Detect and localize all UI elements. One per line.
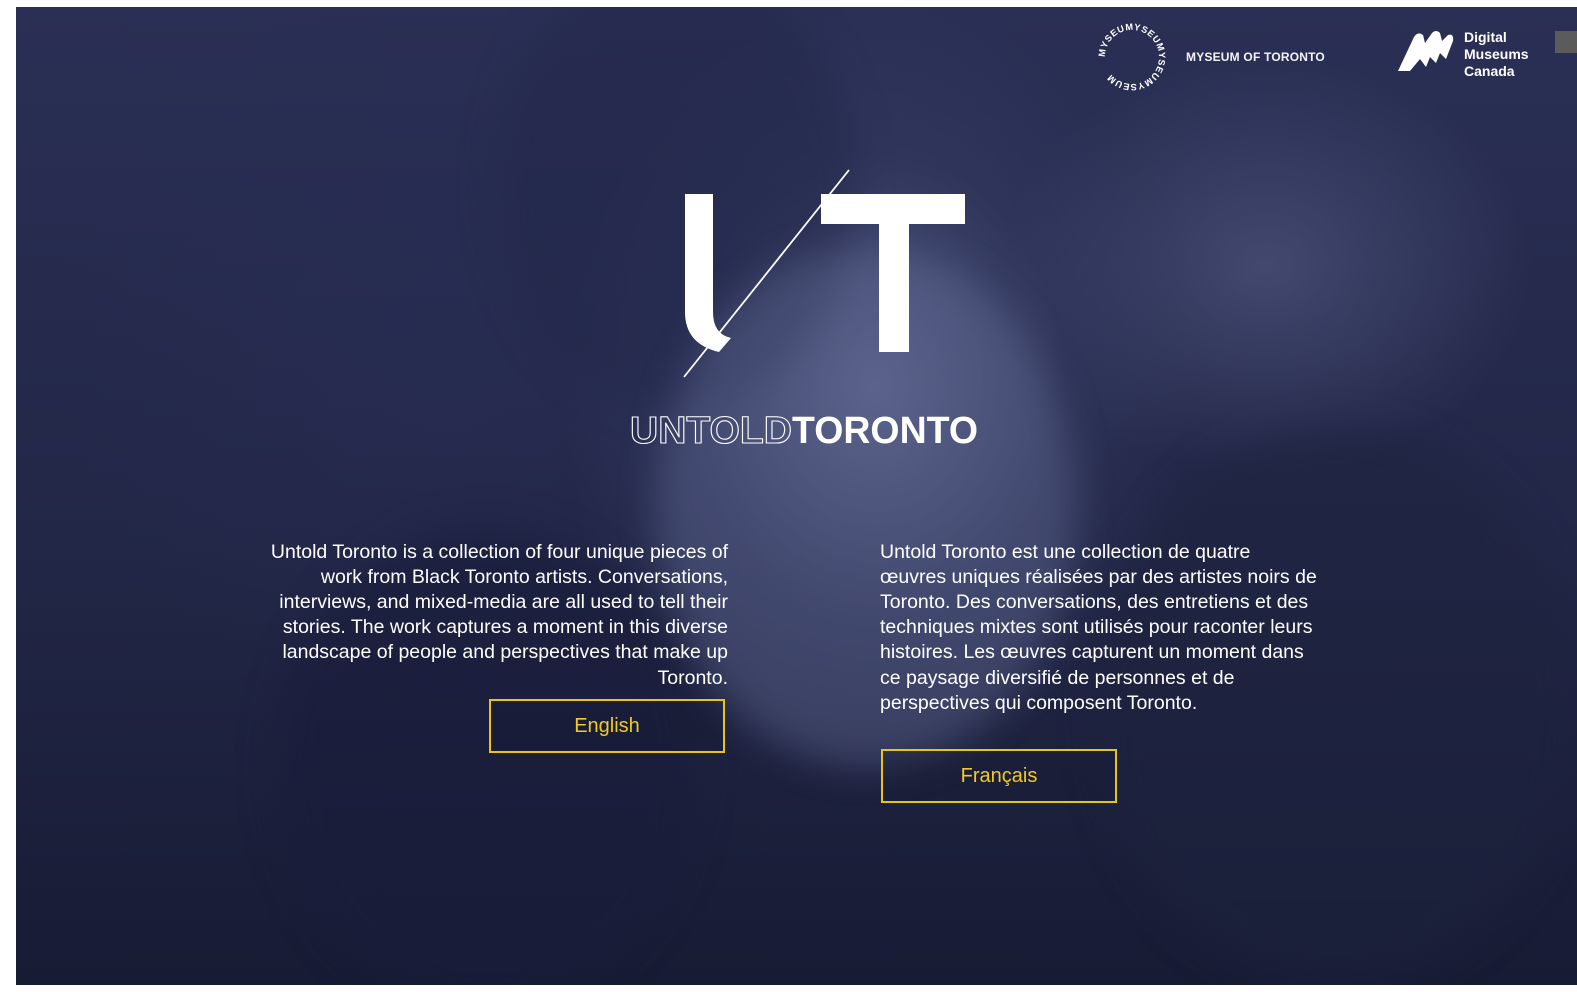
dmc-line: Digital [1464,29,1507,45]
english-button[interactable]: English [489,699,725,753]
untold-toronto-wordmark: UNTOLD TORONTO [630,409,978,451]
dmc-mark-icon [1398,31,1454,71]
myseum-logo-link[interactable]: MYSEUMYSEUMYSEUMYSEUM MYSEUM OF TORONTO [1096,21,1325,93]
intro-english: Untold Toronto is a collection of four u… [270,540,728,689]
wordmark-solid: TORONTO [792,410,978,451]
page: MYSEUMYSEUMYSEUMYSEUM MYSEUM OF TORONTO … [0,0,1577,992]
dmc-line: Canada [1464,63,1515,79]
wordmark-outline: UNTOLD [630,410,792,451]
ut-monogram-text: UT [661,162,663,163]
dmc-line: Museums [1464,46,1529,62]
myseum-label: MYSEUM OF TORONTO [1186,50,1325,64]
ut-monogram-logo: UT [661,162,965,378]
dmc-logo-link[interactable]: Digital Museums Canada [1396,29,1529,80]
french-button[interactable]: Français [881,749,1117,803]
intro-french: Untold Toronto est une collection de qua… [880,540,1317,714]
hero-background: MYSEUMYSEUMYSEUMYSEUM MYSEUM OF TORONTO … [16,7,1577,985]
dmc-wordmark: Digital Museums Canada [1464,29,1529,80]
edge-tab [1555,31,1577,53]
myseum-ring-logo: MYSEUMYSEUMYSEUMYSEUM [1096,21,1168,93]
myseum-ring-text: MYSEUMYSEUMYSEUMYSEUM [1097,22,1167,92]
svg-text:MYSEUMYSEUMYSEUMYSEUM: MYSEUMYSEUMYSEUMYSEUM [1097,22,1167,92]
